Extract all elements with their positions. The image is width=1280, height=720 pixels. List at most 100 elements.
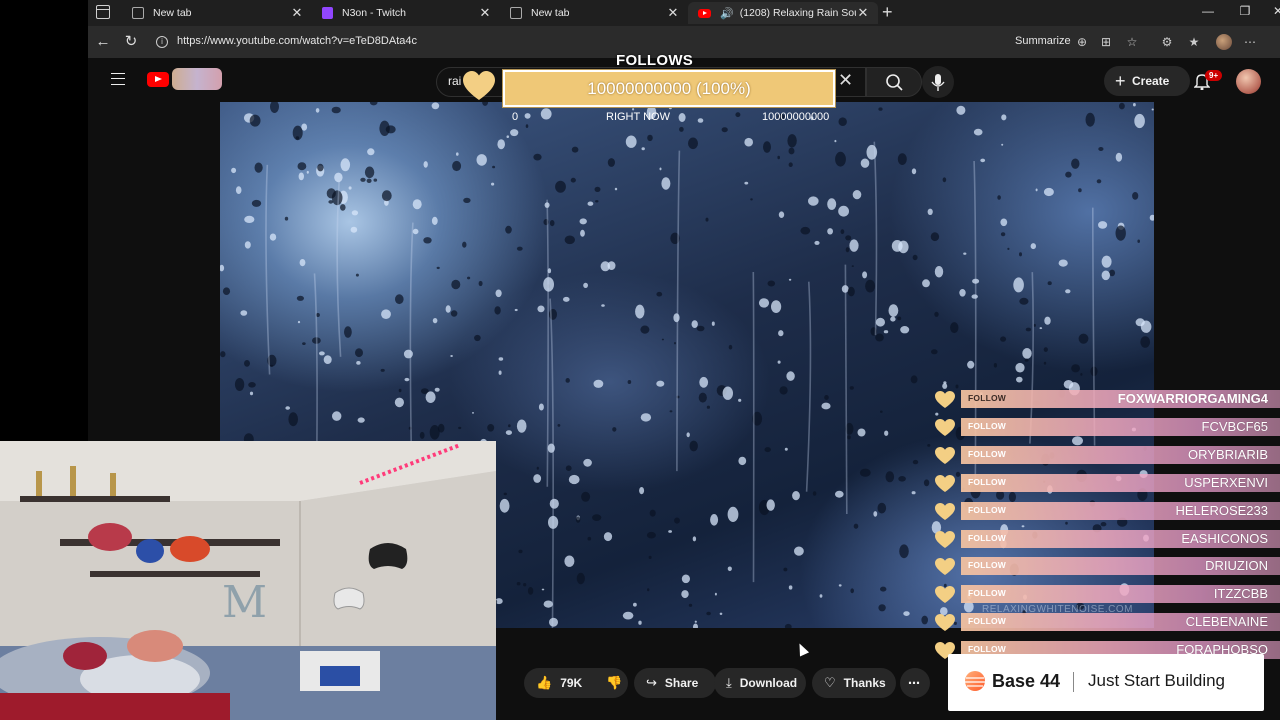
thanks-button[interactable]: ♡ Thanks [812, 668, 896, 698]
tab-youtube[interactable]: 🔊 (1208) Relaxing Rain Sounds ✕ [688, 2, 878, 24]
download-button[interactable]: ⤓ Download [714, 668, 806, 698]
summarize-button[interactable]: Summarize [1015, 35, 1071, 47]
rain-drop [1063, 380, 1074, 389]
tab-new-tab-1[interactable]: New tab ✕ [122, 2, 312, 24]
rain-drop [659, 167, 662, 171]
rain-drop [1043, 187, 1054, 197]
heart-icon [935, 586, 955, 604]
rain-drop [366, 178, 372, 183]
favorites-icon[interactable]: ★ [1186, 34, 1202, 50]
close-icon[interactable]: ✕ [666, 5, 680, 21]
favorite-star-icon[interactable]: ☆ [1124, 34, 1140, 50]
window-close-icon[interactable]: ✕ [1268, 4, 1280, 18]
share-button[interactable]: ↪ Share [634, 668, 716, 698]
rain-drop [900, 326, 910, 334]
more-menu-icon[interactable]: ⋯ [1242, 34, 1258, 50]
rain-drop [640, 325, 650, 334]
close-icon[interactable]: ✕ [478, 5, 492, 21]
rain-drop [536, 466, 539, 470]
rain-drop [1098, 221, 1108, 229]
rain-drop [593, 379, 604, 388]
search-button[interactable] [866, 67, 922, 97]
address-bar[interactable]: https://www.youtube.com/watch?v=eTeD8DAt… [177, 35, 417, 47]
rain-drop [674, 517, 680, 524]
rain-drop [834, 139, 837, 143]
rain-drop [1085, 112, 1095, 127]
rain-drop [1065, 171, 1072, 178]
heart-icon [935, 446, 955, 464]
youtube-doodle[interactable] [172, 68, 222, 90]
maximize-icon[interactable]: ❐ [1235, 4, 1255, 18]
rain-drop [607, 158, 615, 167]
follower-name: HELEROSE233 [1175, 502, 1269, 518]
rain-drop [516, 246, 523, 251]
share-label: Share [664, 676, 699, 690]
close-icon[interactable]: ✕ [856, 5, 870, 21]
rain-drop [899, 544, 909, 559]
rain-drop [543, 600, 553, 608]
follower-name: FOXWARRIORGAMING4 [1117, 391, 1268, 406]
tab-twitch[interactable]: N3on - Twitch ✕ [312, 2, 500, 24]
follower-row: FOLLOW USPERXENVI [932, 473, 1280, 493]
rain-drop [688, 603, 693, 607]
tab-actions-icon[interactable] [96, 5, 110, 19]
apps-icon[interactable]: ⊞ [1098, 34, 1114, 50]
rain-drop [845, 235, 852, 241]
clear-search-icon[interactable]: ✕ [838, 70, 853, 91]
rain-drop [763, 141, 771, 153]
tab-new-tab-2[interactable]: New tab ✕ [500, 2, 688, 24]
rain-drop [788, 278, 792, 281]
rain-drop [935, 412, 939, 416]
rain-drop [1098, 147, 1104, 151]
download-label: Download [739, 676, 798, 690]
rain-drop [601, 304, 605, 307]
rain-drop [719, 612, 723, 615]
back-icon[interactable]: ← [93, 32, 113, 52]
rain-drop [1078, 188, 1082, 193]
rain-drop [706, 405, 710, 409]
follow-goal-min: 0 [512, 111, 519, 123]
thumbs-up-icon[interactable]: 👍 [536, 675, 552, 691]
menu-icon[interactable] [111, 73, 125, 85]
speaker-icon[interactable]: 🔊 [720, 7, 734, 20]
rain-drop [299, 259, 306, 267]
rain-drop [934, 266, 944, 278]
rain-drop [738, 398, 742, 402]
new-tab-button[interactable]: + [882, 2, 893, 22]
rain-drop [351, 210, 359, 216]
rain-drop [302, 342, 306, 345]
rain-drop [625, 135, 637, 148]
like-count[interactable]: 79K [560, 676, 582, 690]
rain-drop [340, 158, 351, 172]
heart-icon [935, 502, 955, 520]
avatar[interactable] [1236, 69, 1261, 94]
translate-icon[interactable]: ⊕ [1074, 34, 1090, 50]
rain-drop [1043, 361, 1047, 365]
refresh-icon[interactable]: ↻ [121, 32, 141, 52]
minimize-icon[interactable]: — [1198, 4, 1218, 18]
rain-drop [425, 391, 436, 404]
follower-row: FOLLOW EASHICONOS [932, 529, 1280, 549]
rain-drop [1071, 364, 1080, 373]
rain-drop [973, 128, 983, 136]
site-info-icon[interactable]: i [156, 36, 168, 48]
svg-text:M: M [222, 577, 267, 628]
rain-drop [744, 137, 753, 147]
heart-icon [935, 391, 955, 408]
follower-row: FOLLOW ORYBRIARIB [932, 445, 1280, 465]
youtube-logo-icon[interactable] [147, 72, 169, 87]
rain-drop [306, 170, 309, 174]
rain-drop [549, 498, 559, 509]
rain-drop [779, 386, 788, 395]
thumbs-down-icon[interactable]: 👎 [606, 675, 622, 691]
rain-drop [656, 291, 663, 297]
sponsor-banner[interactable]: Base 44 Just Start Building [948, 654, 1264, 711]
rain-drop [331, 106, 341, 114]
create-button[interactable]: + Create [1104, 66, 1190, 96]
profile-icon[interactable] [1216, 34, 1232, 50]
more-actions-button[interactable]: ⋯ [900, 668, 930, 698]
extensions-icon[interactable]: ⚙ [1159, 34, 1175, 50]
follower-name: USPERXENVI [1184, 474, 1268, 490]
close-icon[interactable]: ✕ [290, 5, 304, 21]
voice-search-button[interactable] [922, 66, 954, 98]
